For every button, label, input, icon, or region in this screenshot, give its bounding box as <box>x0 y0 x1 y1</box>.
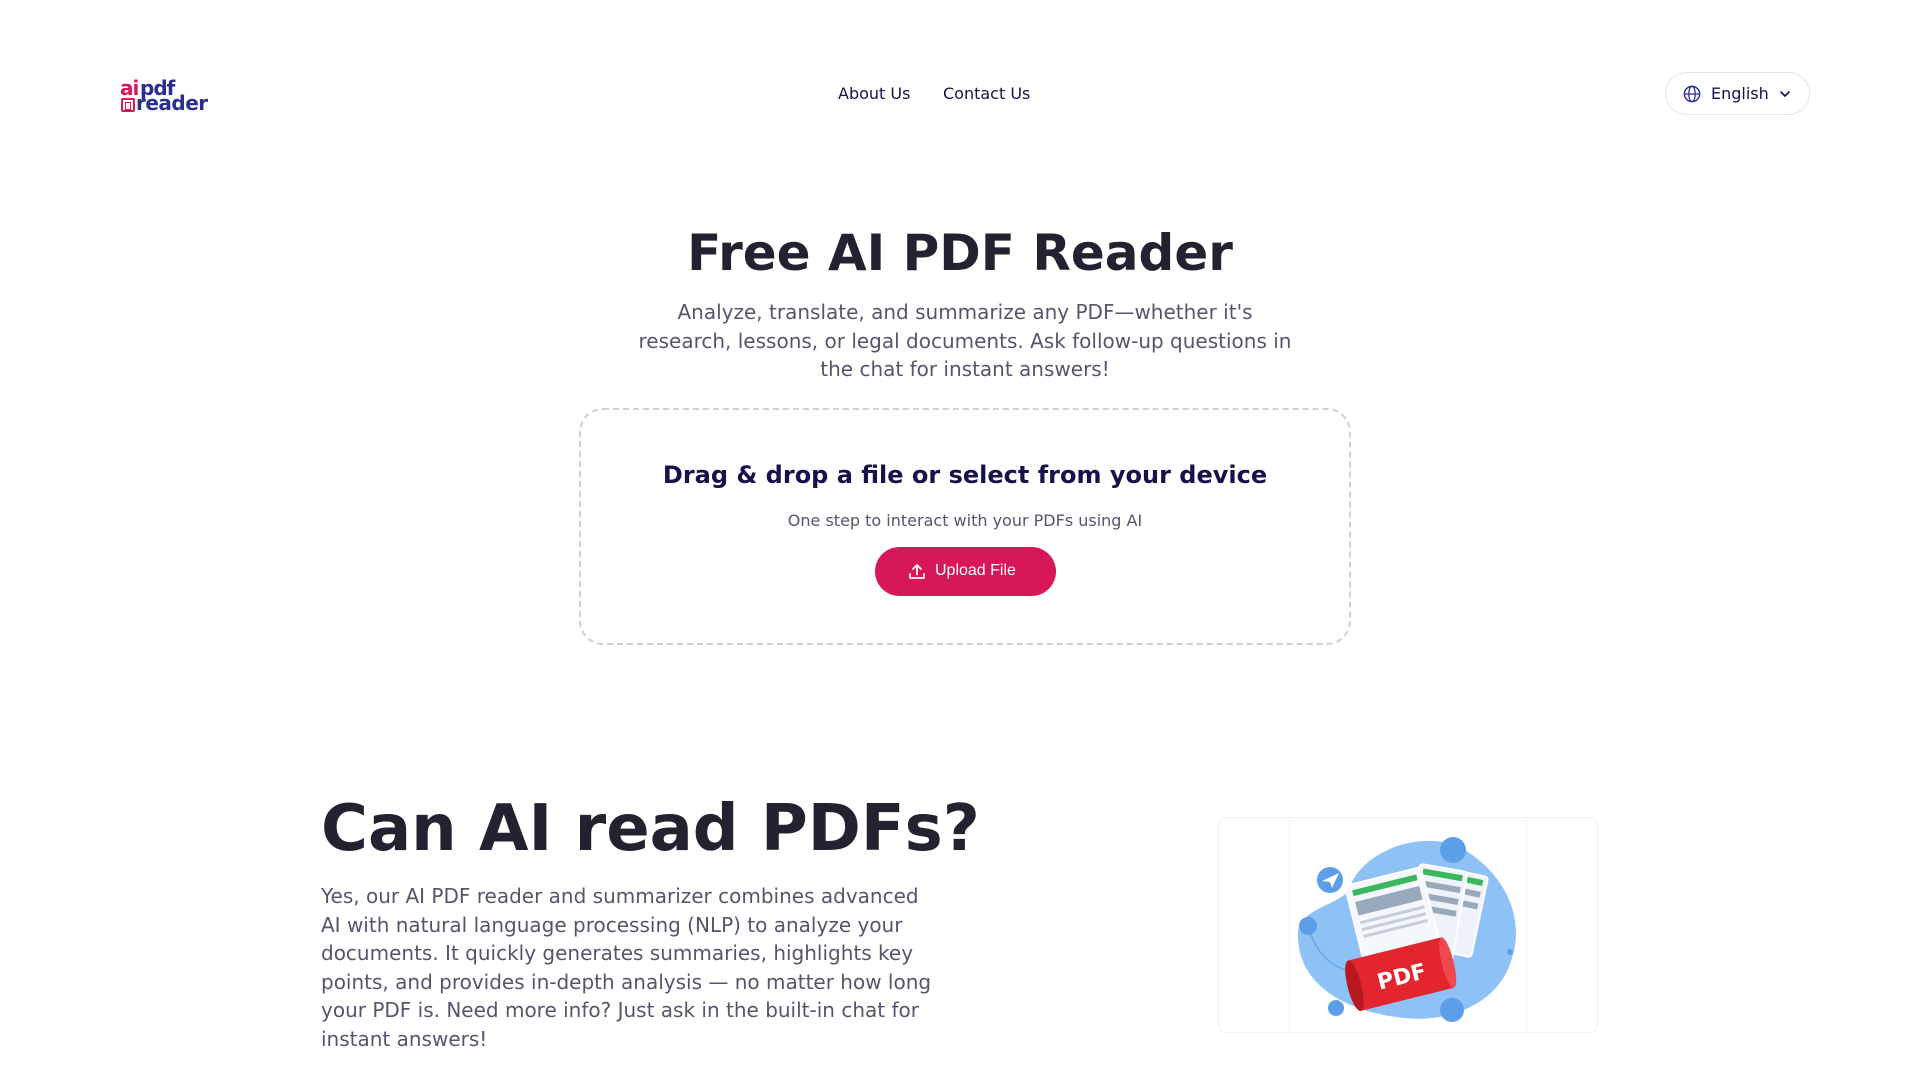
main-nav: About Us Contact Us <box>0 82 1920 106</box>
section-title: Can AI read PDFs? <box>321 792 980 866</box>
upload-file-button[interactable]: Upload File <box>875 547 1056 596</box>
hero-subtitle: Analyze, translate, and summarize any PD… <box>638 300 1292 381</box>
file-dropzone[interactable]: Drag & drop a file or select from your d… <box>579 408 1351 645</box>
dropzone-subtitle: One step to interact with your PDFs usin… <box>787 511 1143 530</box>
upload-icon <box>909 564 925 579</box>
pdf-documents-illustration: PDF <box>1297 837 1516 1022</box>
language-selector[interactable]: English <box>1665 72 1810 115</box>
globe-icon <box>1683 85 1701 103</box>
chevron-down-icon <box>1780 91 1790 97</box>
nav-contact-us-link[interactable]: Contact Us <box>943 82 1030 106</box>
site-header: ai pdf reader About Us Contact Us Englis… <box>0 0 1920 185</box>
dropzone-title: Drag & drop a file or select from your d… <box>662 461 1268 489</box>
hero-title: Free AI PDF Reader <box>687 224 1233 282</box>
upload-file-label: Upload File <box>935 562 1016 579</box>
section-body: Yes, our AI PDF reader and summarizer co… <box>321 884 932 1051</box>
pdf-illustration-card: PDF <box>1218 817 1598 1033</box>
pdf-illustration: PDF <box>1289 818 1527 1032</box>
nav-about-us-link[interactable]: About Us <box>838 82 910 106</box>
language-label: English <box>1711 84 1769 103</box>
